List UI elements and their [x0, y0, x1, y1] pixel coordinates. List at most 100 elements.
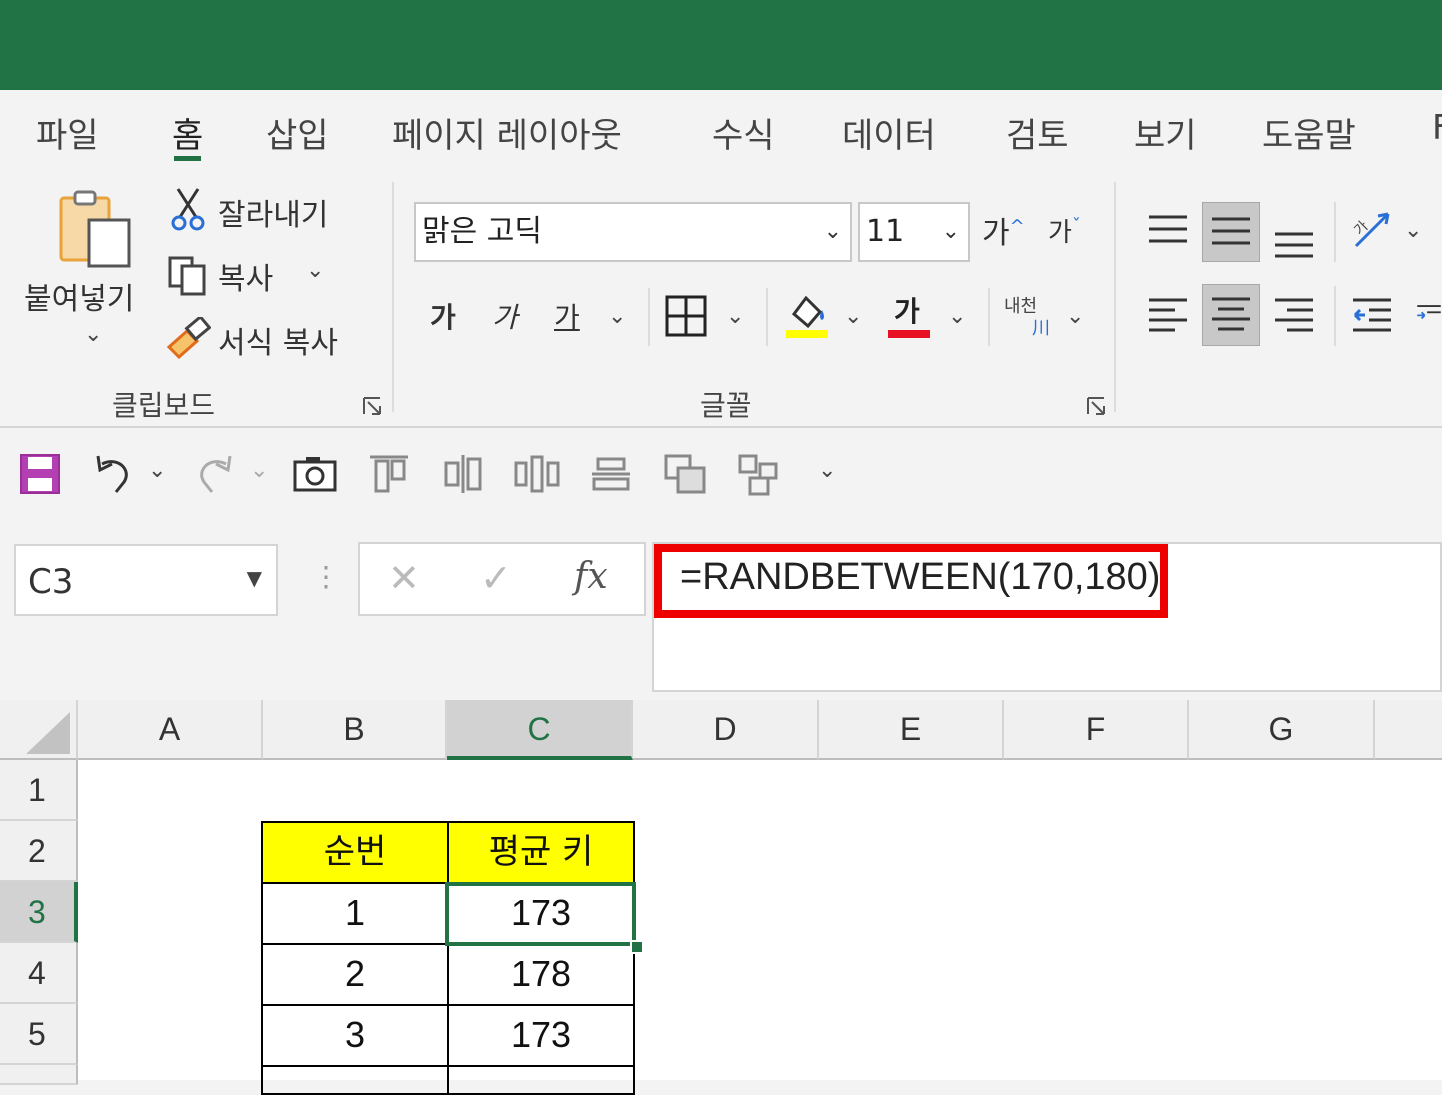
row-header-6[interactable] — [0, 1065, 78, 1085]
phonetic-guide-icon: 川 — [1032, 318, 1050, 339]
table-cell[interactable] — [261, 1065, 449, 1095]
tab-file[interactable]: 파일 — [36, 108, 99, 157]
title-bar — [0, 0, 1442, 90]
italic-button[interactable]: 가 — [492, 296, 518, 336]
font-name-combobox[interactable]: 맑은 고딕 ⌄ — [414, 202, 852, 262]
copy-chevron-down-icon[interactable]: ⌄ — [306, 258, 324, 283]
row-header-2[interactable]: 2 — [0, 821, 78, 882]
column-header-e[interactable]: E — [819, 700, 1004, 760]
clipboard-dialog-launcher-icon[interactable] — [362, 396, 382, 416]
bold-button[interactable]: 가 — [430, 296, 456, 336]
align-left-icon[interactable] — [1140, 286, 1196, 346]
insert-function-icon[interactable]: fx — [574, 556, 608, 597]
active-cell-border — [445, 882, 636, 946]
table-cell[interactable] — [447, 1065, 635, 1095]
increase-indent-icon[interactable] — [1408, 286, 1442, 346]
column-header-f[interactable]: F — [1004, 700, 1189, 760]
font-color-chevron-down-icon[interactable]: ⌄ — [948, 304, 966, 329]
tab-overflow[interactable]: F — [1432, 108, 1442, 148]
orientation-icon[interactable]: 가 — [1346, 202, 1398, 258]
table-cell[interactable]: 178 — [447, 943, 635, 1006]
table-header-cell[interactable]: 평균 키 — [447, 821, 635, 884]
row-header-3[interactable]: 3 — [0, 882, 78, 943]
row-header-5[interactable]: 5 — [0, 1004, 78, 1065]
borders-icon[interactable] — [664, 294, 708, 338]
tab-review[interactable]: 검토 — [1006, 108, 1069, 157]
align-top-objects-icon[interactable] — [366, 450, 412, 498]
tab-home[interactable]: 홈 — [172, 108, 203, 161]
fill-color-icon[interactable] — [784, 290, 830, 340]
font-dialog-launcher-icon[interactable] — [1086, 396, 1106, 416]
redo-icon[interactable] — [190, 450, 238, 498]
decrease-font-size-button[interactable]: 가ˇ — [1048, 212, 1081, 249]
align-center-icon[interactable] — [1202, 284, 1260, 346]
paste-label[interactable]: 붙여넣기 — [24, 274, 134, 318]
underline-button[interactable]: 가 — [554, 296, 580, 336]
redo-chevron-down-icon[interactable]: ⌄ — [250, 458, 268, 483]
distribute-horizontal-icon[interactable] — [440, 450, 486, 498]
save-icon[interactable] — [16, 450, 64, 498]
underline-chevron-down-icon[interactable]: ⌄ — [608, 304, 626, 329]
undo-chevron-down-icon[interactable]: ⌄ — [148, 458, 166, 483]
table-cell[interactable]: 3 — [261, 1004, 449, 1067]
fill-handle[interactable] — [630, 940, 644, 954]
tab-formulas[interactable]: 수식 — [712, 108, 775, 157]
table-cell[interactable]: 2 — [261, 943, 449, 1006]
confirm-entry-icon[interactable]: ✓ — [480, 556, 512, 600]
name-box-dropdown-icon[interactable]: ▼ — [247, 566, 262, 590]
tab-view[interactable]: 보기 — [1134, 108, 1197, 157]
column-header-g[interactable]: G — [1189, 700, 1375, 760]
column-header-a[interactable]: A — [78, 700, 263, 760]
formula-bar-splitter-icon[interactable]: ⋮ — [312, 560, 340, 593]
font-size-chevron-down-icon[interactable]: ⌄ — [942, 204, 960, 260]
format-painter-icon[interactable] — [164, 316, 212, 360]
column-header-d[interactable]: D — [633, 700, 819, 760]
undo-icon[interactable] — [90, 450, 138, 498]
cancel-entry-icon[interactable]: ✕ — [388, 556, 420, 600]
cut-button[interactable]: 잘라내기 — [218, 190, 328, 234]
font-name-chevron-down-icon[interactable]: ⌄ — [824, 204, 842, 260]
align-top-icon[interactable] — [1140, 202, 1196, 258]
align-bottom-icon[interactable] — [1266, 214, 1322, 270]
copy-button[interactable]: 복사 — [218, 254, 273, 298]
tab-data[interactable]: 데이터 — [842, 108, 936, 157]
increase-font-size-button[interactable]: 가^ — [982, 208, 1025, 252]
customize-qat-chevron-down-icon[interactable]: ⌄ — [818, 458, 836, 483]
ribbon-separator — [648, 288, 650, 346]
phonetic-chevron-down-icon[interactable]: ⌄ — [1066, 304, 1084, 329]
copy-icon[interactable] — [164, 252, 210, 298]
decrease-indent-icon[interactable] — [1346, 286, 1398, 346]
tab-insert[interactable]: 삽입 — [266, 108, 329, 157]
ribbon-separator — [1334, 202, 1336, 262]
column-header-h[interactable] — [1375, 700, 1442, 760]
paste-chevron-down-icon[interactable]: ⌄ — [84, 322, 102, 347]
align-right-icon[interactable] — [1266, 286, 1322, 346]
name-box[interactable]: C3 ▼ — [14, 544, 278, 616]
align-middle-objects-icon[interactable] — [588, 450, 634, 498]
row-header-1[interactable]: 1 — [0, 760, 78, 821]
paste-icon — [59, 190, 131, 268]
paste-button[interactable] — [52, 188, 138, 272]
tab-page-layout[interactable]: 페이지 레이아웃 — [392, 108, 622, 157]
cut-icon[interactable] — [168, 186, 208, 232]
orientation-chevron-down-icon[interactable]: ⌄ — [1404, 218, 1422, 243]
row-header-4[interactable]: 4 — [0, 943, 78, 1004]
align-middle-icon[interactable] — [1202, 202, 1260, 262]
distribute-vertical-icon[interactable] — [512, 450, 562, 498]
select-all-button[interactable] — [0, 700, 78, 760]
format-painter-button[interactable]: 서식 복사 — [218, 318, 338, 362]
font-color-button[interactable]: 가 — [886, 288, 932, 340]
table-cell[interactable]: 173 — [447, 1004, 635, 1067]
group-objects-icon[interactable] — [660, 450, 710, 498]
column-header-c[interactable]: C — [447, 700, 633, 760]
camera-icon[interactable] — [290, 450, 340, 498]
column-header-b[interactable]: B — [263, 700, 447, 760]
fill-color-chevron-down-icon[interactable]: ⌄ — [844, 304, 862, 329]
phonetic-guide-button[interactable]: 내천 川 — [1002, 290, 1052, 340]
ungroup-objects-icon[interactable] — [734, 450, 784, 498]
tab-help[interactable]: 도움말 — [1262, 108, 1356, 157]
font-size-combobox[interactable]: 11 ⌄ — [858, 202, 970, 262]
table-header-cell[interactable]: 순번 — [261, 821, 449, 884]
borders-chevron-down-icon[interactable]: ⌄ — [726, 304, 744, 329]
table-cell[interactable]: 1 — [261, 882, 449, 945]
